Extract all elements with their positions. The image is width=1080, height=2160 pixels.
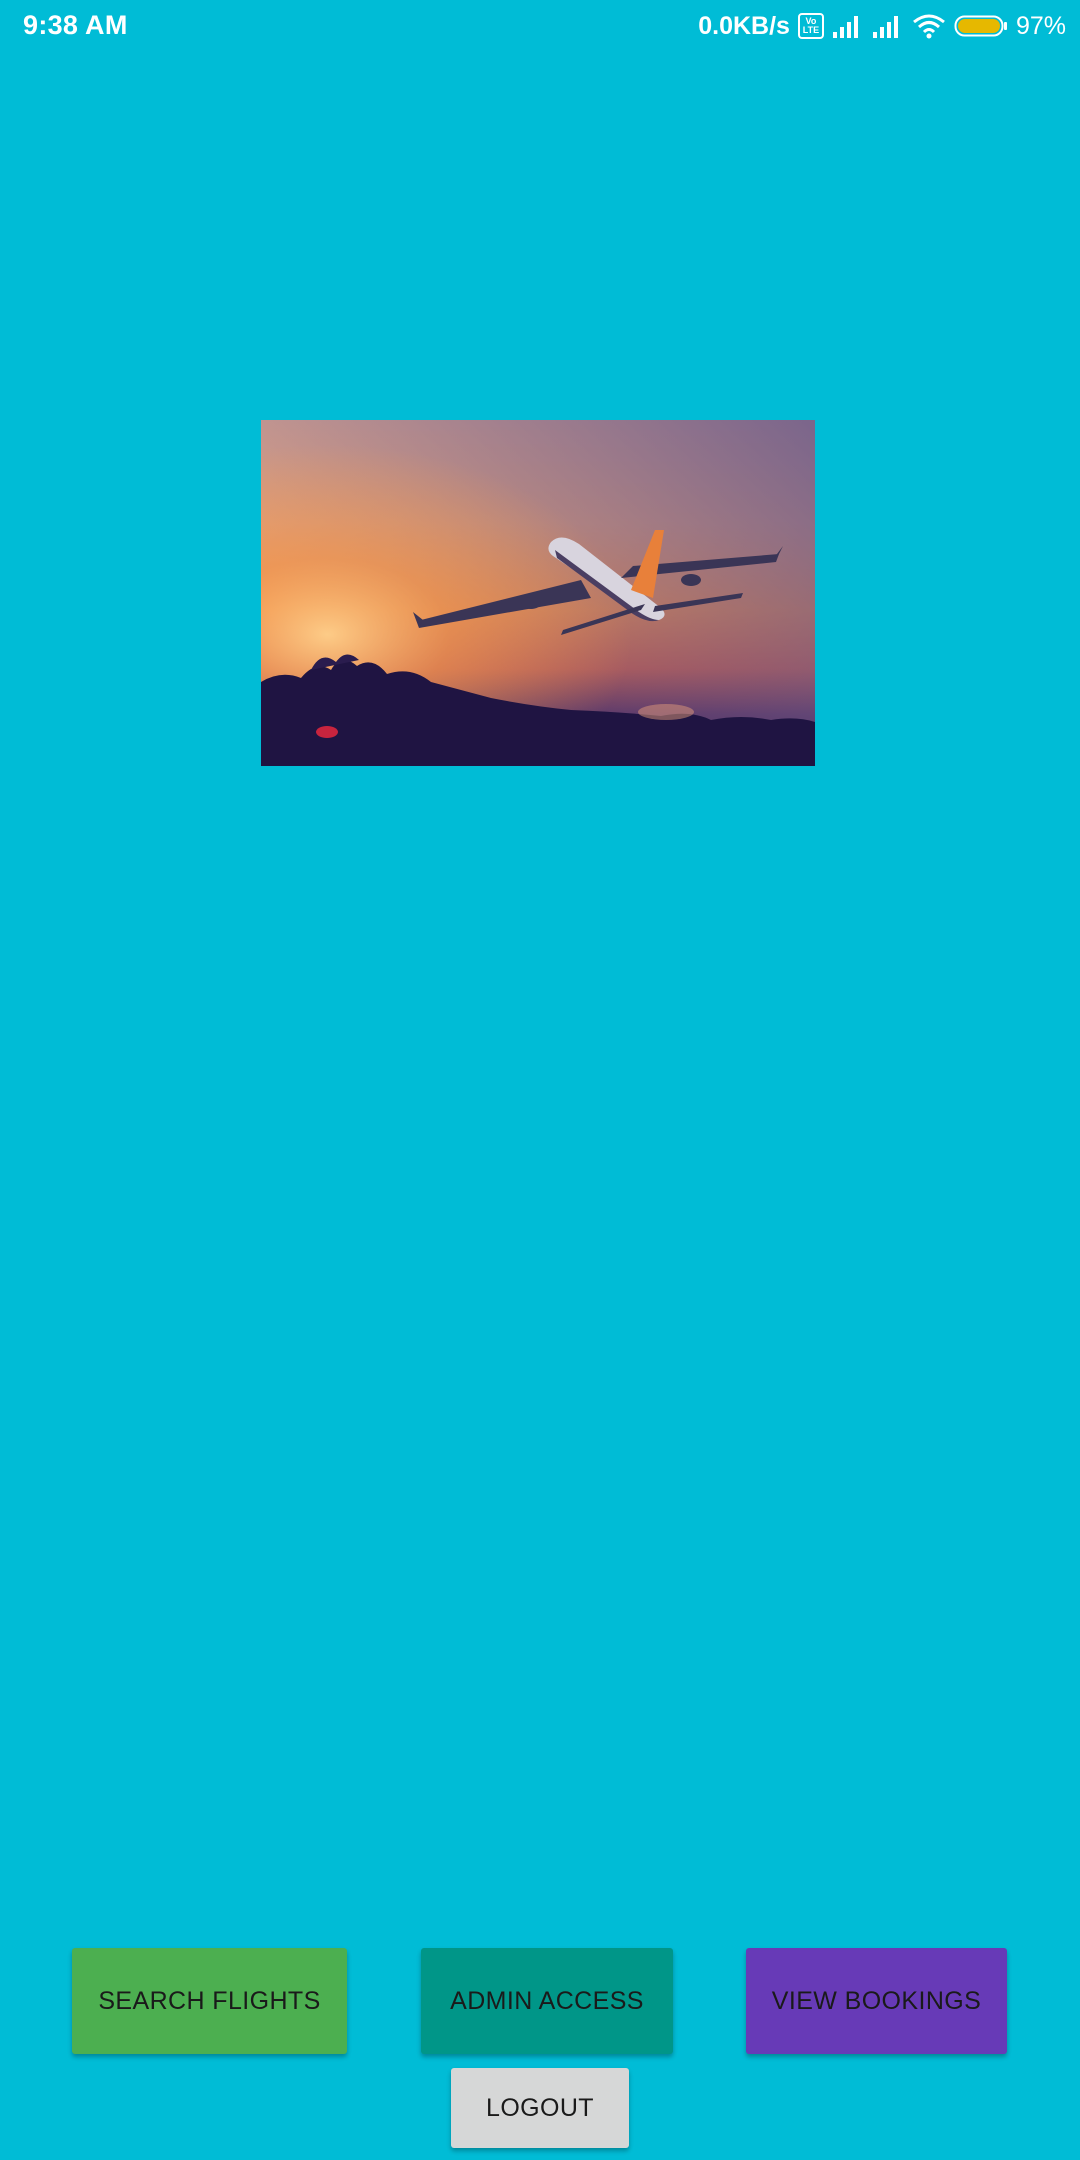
status-time: 9:38 AM [23, 10, 128, 40]
admin-access-button[interactable]: ADMIN ACCESS [421, 1948, 673, 2054]
signal-icon [872, 16, 898, 38]
search-flights-button[interactable]: SEARCH FLIGHTS [72, 1948, 347, 2054]
logout-button[interactable]: LOGOUT [451, 2068, 629, 2148]
network-speed: 0.0KB/s [698, 11, 790, 40]
battery-percent: 97% [1015, 11, 1066, 40]
signal-icon [832, 16, 858, 38]
volte-icon: Vo LTE [797, 13, 824, 39]
status-icons: 0.0KB/s Vo LTE 97% [698, 9, 1066, 43]
volte-label-bottom: LTE [802, 25, 820, 35]
airplane-sunset-image [261, 420, 815, 766]
airplane-sunset-photo [261, 420, 815, 766]
wifi-icon [913, 14, 945, 39]
battery-icon [954, 15, 1007, 37]
view-bookings-button[interactable]: VIEW BOOKINGS [746, 1948, 1007, 2054]
status-bar: 9:38 AM 0.0KB/s Vo LTE 97% [0, 0, 1080, 54]
